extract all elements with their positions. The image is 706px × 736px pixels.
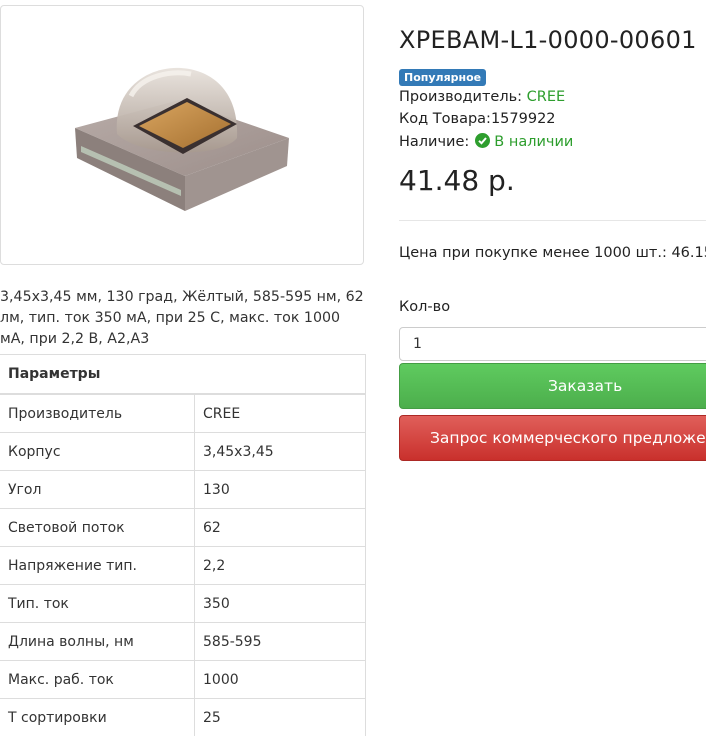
table-row: Производитель CREE [0,394,366,433]
spec-value: 2,2 [195,547,366,585]
spec-name: Угол [0,471,195,509]
spec-value: 130 [195,471,366,509]
table-row: Т сортировки 25 [0,699,366,736]
popular-badge: Популярное [399,69,486,86]
product-code-value: 1579922 [491,111,556,127]
spec-name: Световой поток [0,509,195,547]
manufacturer-line: Производитель: CREE [399,89,565,105]
table-row: Угол 130 [0,471,366,509]
product-image[interactable] [0,5,364,265]
table-row: Длина волны, нм 585-595 [0,623,366,661]
quote-request-button[interactable]: Запрос коммерческого предложения [399,415,706,461]
spec-name: Т сортировки [0,699,195,736]
availability-value: В наличии [494,134,573,150]
spec-name: Корпус [0,433,195,471]
table-row: Корпус 3,45x3,45 [0,433,366,471]
spec-value: 350 [195,585,366,623]
spec-value: CREE [195,394,366,433]
check-circle-icon [475,133,490,148]
spec-name: Напряжение тип. [0,547,195,585]
product-description: 3,45x3,45 мм, 130 град, Жёлтый, 585-595 … [0,287,364,350]
spec-name: Тип. ток [0,585,195,623]
quantity-label: Кол-во [399,299,450,315]
specs-header-row: Параметры [0,355,366,395]
product-price: 41.48 р. [399,164,515,197]
spec-value: 585-595 [195,623,366,661]
table-row: Тип. ток 350 [0,585,366,623]
spec-value: 3,45x3,45 [195,433,366,471]
manufacturer-label: Производитель: [399,89,522,105]
product-title: XPEBAM-L1-0000-00601 [399,26,697,54]
specs-header: Параметры [0,355,366,395]
quantity-input[interactable] [399,327,706,361]
order-button[interactable]: Заказать [399,363,706,409]
table-row: Напряжение тип. 2,2 [0,547,366,585]
spec-value: 1000 [195,661,366,699]
bulk-price-note: Цена при покупке менее 1000 шт.: 46.15 р… [399,245,706,261]
spec-name: Макс. раб. ток [0,661,195,699]
table-row: Световой поток 62 [0,509,366,547]
availability-line: Наличие: В наличии [399,133,573,150]
spec-value: 62 [195,509,366,547]
product-code-line: Код Товара:1579922 [399,111,556,127]
led-photo [61,46,301,226]
availability-label: Наличие: [399,134,469,150]
divider [399,220,706,221]
spec-name: Производитель [0,394,195,433]
specs-table: Параметры Производитель CREE Корпус 3,45… [0,354,366,736]
spec-name: Длина волны, нм [0,623,195,661]
table-row: Макс. раб. ток 1000 [0,661,366,699]
product-code-label: Код Товара: [399,111,491,127]
spec-value: 25 [195,699,366,736]
manufacturer-link[interactable]: CREE [527,89,566,105]
